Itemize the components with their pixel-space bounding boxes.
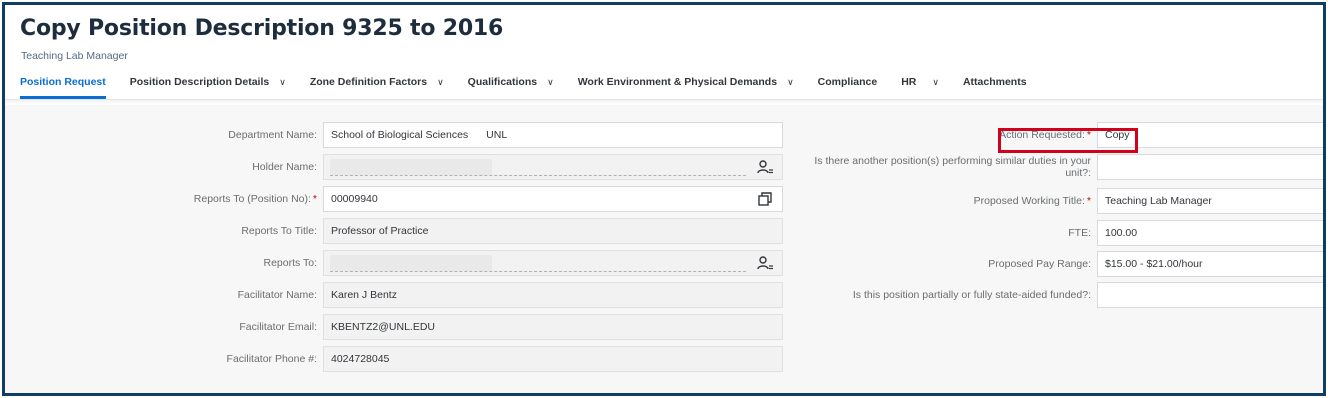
tab-label: Position Request: [20, 76, 106, 88]
department-unit-suffix: UNL: [486, 129, 508, 141]
proposed-title-field[interactable]: Teaching Lab Manager: [1097, 188, 1323, 214]
reports-to-title-value: Professor of Practice: [331, 225, 429, 237]
page-subtitle: Teaching Lab Manager: [21, 50, 128, 62]
chevron-down-icon: ∨: [279, 76, 286, 87]
department-name-value: School of Biological Sciences: [331, 129, 469, 141]
reports-to-field[interactable]: [323, 250, 783, 276]
department-name-row: Department Name: School of Biological Sc…: [5, 122, 805, 148]
facilitator-phone-row: Facilitator Phone #: 4024728045: [5, 346, 805, 372]
required-marker: *: [312, 193, 317, 205]
tab-bar: Position Request Position Description De…: [20, 67, 1051, 99]
proposed-title-row: Proposed Working Title: * Teaching Lab Ma…: [805, 188, 1323, 214]
reports-to-title-label: Reports To Title:: [241, 225, 317, 237]
fte-value: 100.00: [1105, 227, 1138, 239]
reports-to-label: Reports To:: [263, 257, 318, 269]
reports-to-title-row: Reports To Title: Professor of Practice: [5, 218, 805, 244]
department-name-field[interactable]: School of Biological Sciences UNL: [323, 122, 783, 148]
person-picker-icon[interactable]: [756, 255, 774, 271]
facilitator-phone-field: 4024728045: [323, 346, 783, 372]
tab-label: Compliance: [817, 76, 878, 88]
open-in-window-icon[interactable]: [756, 191, 774, 207]
facilitator-phone-value: 4024728045: [331, 353, 390, 365]
chevron-down-icon: ∨: [437, 76, 444, 87]
similar-positions-field[interactable]: [1097, 154, 1323, 180]
redacted-block: [330, 255, 492, 271]
facilitator-email-row: Facilitator Email: KBENTZ2@UNL.EDU: [5, 314, 805, 340]
department-name-label: Department Name:: [228, 129, 317, 141]
person-picker-icon[interactable]: [756, 159, 774, 175]
tab-zone-definition-factors[interactable]: Zone Definition Factors ∨: [310, 67, 444, 97]
reports-to-title-field: Professor of Practice: [323, 218, 783, 244]
field-underline: [330, 175, 746, 176]
field-underline: [330, 271, 746, 272]
holder-name-label: Holder Name:: [252, 161, 317, 173]
state-aided-label: Is this position partially or fully stat…: [852, 289, 1091, 301]
reports-to-position-value: 00009940: [331, 193, 378, 205]
proposed-title-label: Proposed Working Title: *: [973, 195, 1091, 207]
tab-hr[interactable]: HR ∨: [901, 67, 939, 97]
pay-range-label: Proposed Pay Range:: [988, 258, 1091, 270]
pay-range-value: $15.00 - $21.00/hour: [1105, 258, 1203, 270]
tab-qualifications[interactable]: Qualifications ∨: [468, 67, 554, 97]
tab-label: Attachments: [962, 76, 1027, 88]
fte-row: FTE: 100.00: [805, 220, 1323, 246]
tab-label: Zone Definition Factors: [309, 76, 428, 88]
similar-positions-label: Is there another position(s) performing …: [814, 155, 1091, 179]
facilitator-email-label: Facilitator Email:: [239, 321, 317, 333]
tab-label: HR: [901, 76, 917, 88]
pay-range-field[interactable]: $15.00 - $21.00/hour: [1097, 251, 1323, 277]
reports-to-position-label: Reports To (Position No): *: [193, 193, 317, 205]
required-marker: *: [1086, 195, 1091, 207]
annotation-highlight-box: [998, 128, 1138, 153]
chevron-down-icon: ∨: [547, 76, 554, 87]
facilitator-name-row: Facilitator Name: Karen J Bentz: [5, 282, 805, 308]
screenshot-frame: Copy Position Description 9325 to 2016 T…: [2, 2, 1326, 396]
reports-to-row: Reports To:: [5, 250, 805, 276]
tab-attachments[interactable]: Attachments: [963, 67, 1027, 97]
page-header: Copy Position Description 9325 to 2016 T…: [5, 5, 1323, 100]
facilitator-email-field: KBENTZ2@UNL.EDU: [323, 314, 783, 340]
facilitator-phone-label: Facilitator Phone #:: [226, 353, 317, 365]
state-aided-row: Is this position partially or fully stat…: [805, 282, 1323, 308]
reports-to-position-row: Reports To (Position No): * 00009940: [5, 186, 805, 212]
reports-to-position-field[interactable]: 00009940: [323, 186, 783, 212]
pay-range-row: Proposed Pay Range: $15.00 - $21.00/hour: [805, 251, 1323, 277]
form-body: Department Name: School of Biological Sc…: [5, 105, 1323, 393]
tab-label: Position Description Details: [129, 76, 270, 88]
tab-label: Work Environment & Physical Demands: [577, 76, 778, 88]
similar-positions-row: Is there another position(s) performing …: [805, 154, 1323, 184]
page-title: Copy Position Description 9325 to 2016: [20, 16, 504, 41]
chevron-down-icon: ∨: [787, 76, 794, 87]
state-aided-field[interactable]: [1097, 282, 1323, 308]
tab-position-description-details[interactable]: Position Description Details ∨: [130, 67, 286, 97]
redacted-block: [330, 159, 492, 175]
tab-compliance[interactable]: Compliance: [818, 67, 878, 97]
tab-label: Qualifications: [467, 76, 538, 88]
proposed-title-value: Teaching Lab Manager: [1105, 195, 1212, 207]
facilitator-name-field: Karen J Bentz: [323, 282, 783, 308]
tab-work-environment[interactable]: Work Environment & Physical Demands ∨: [578, 67, 794, 97]
holder-name-field[interactable]: [323, 154, 783, 180]
fte-label: FTE:: [1068, 227, 1091, 239]
fte-field[interactable]: 100.00: [1097, 220, 1323, 246]
tab-position-request[interactable]: Position Request: [20, 67, 106, 99]
holder-name-row: Holder Name:: [5, 154, 805, 180]
chevron-down-icon: ∨: [932, 76, 939, 87]
facilitator-name-value: Karen J Bentz: [331, 289, 397, 301]
facilitator-email-value: KBENTZ2@UNL.EDU: [331, 321, 436, 333]
facilitator-name-label: Facilitator Name:: [237, 289, 317, 301]
